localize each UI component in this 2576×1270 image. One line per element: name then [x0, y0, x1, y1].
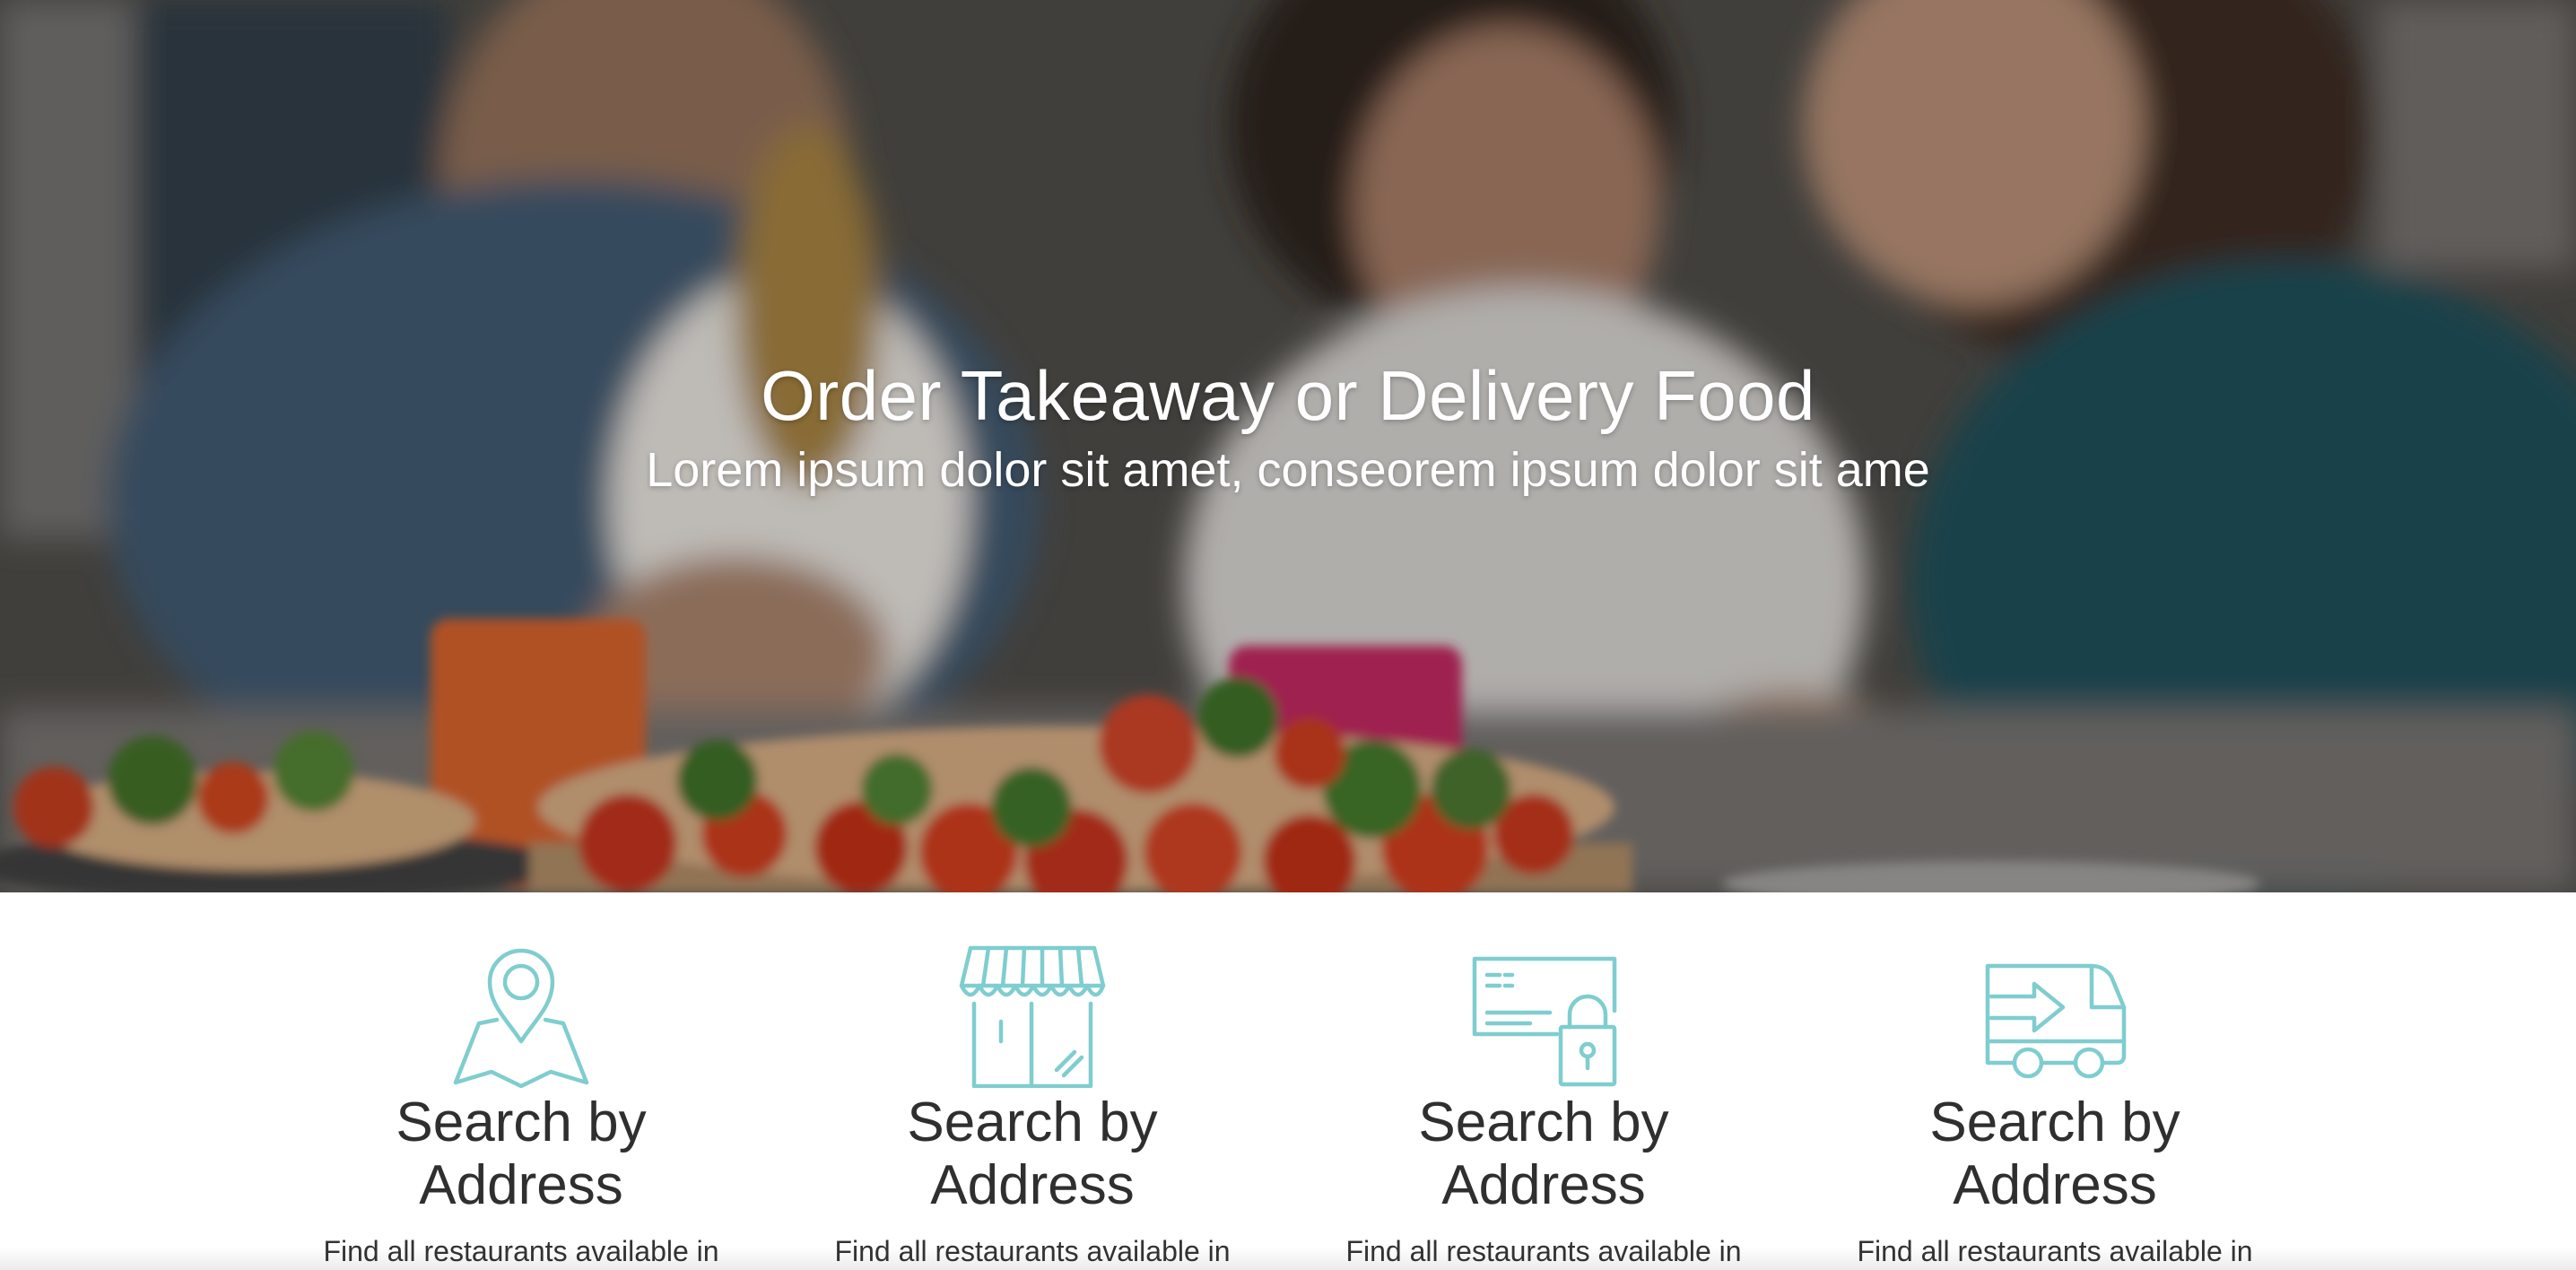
feature-title: Search by Address	[1288, 1092, 1799, 1217]
hero-heading-group: Order Takeaway or Delivery Food Lorem ip…	[0, 354, 2576, 501]
map-pin-icon	[453, 948, 589, 1088]
feature-title-line1: Search by	[1418, 1092, 1669, 1153]
feature-title: Search by Address	[777, 1092, 1288, 1217]
section-bottom-shadow	[0, 1247, 2576, 1270]
feature-title-line2: Address	[1441, 1154, 1646, 1216]
hero-banner: Order Takeaway or Delivery Food Lorem ip…	[0, 0, 2576, 892]
storefront-icon	[959, 945, 1106, 1088]
secure-payment-card-icon	[1472, 956, 1617, 1087]
features-section: Search by Address Find all restaurants a…	[0, 892, 2576, 1270]
delivery-van-icon	[1985, 963, 2127, 1079]
feature-title-line2: Address	[1953, 1154, 2157, 1216]
feature-title-line1: Search by	[907, 1092, 1158, 1153]
feature-title-line1: Search by	[396, 1092, 647, 1153]
feature-title: Search by Address	[1799, 1092, 2311, 1217]
hero-subtitle: Lorem ipsum dolor sit amet, conseorem ip…	[646, 443, 1930, 497]
hero-title: Order Takeaway or Delivery Food	[761, 356, 1815, 435]
feature-title-line2: Address	[930, 1154, 1135, 1216]
feature-title-line1: Search by	[1929, 1092, 2180, 1153]
feature-title-line2: Address	[419, 1154, 623, 1216]
feature-title: Search by Address	[265, 1092, 777, 1217]
